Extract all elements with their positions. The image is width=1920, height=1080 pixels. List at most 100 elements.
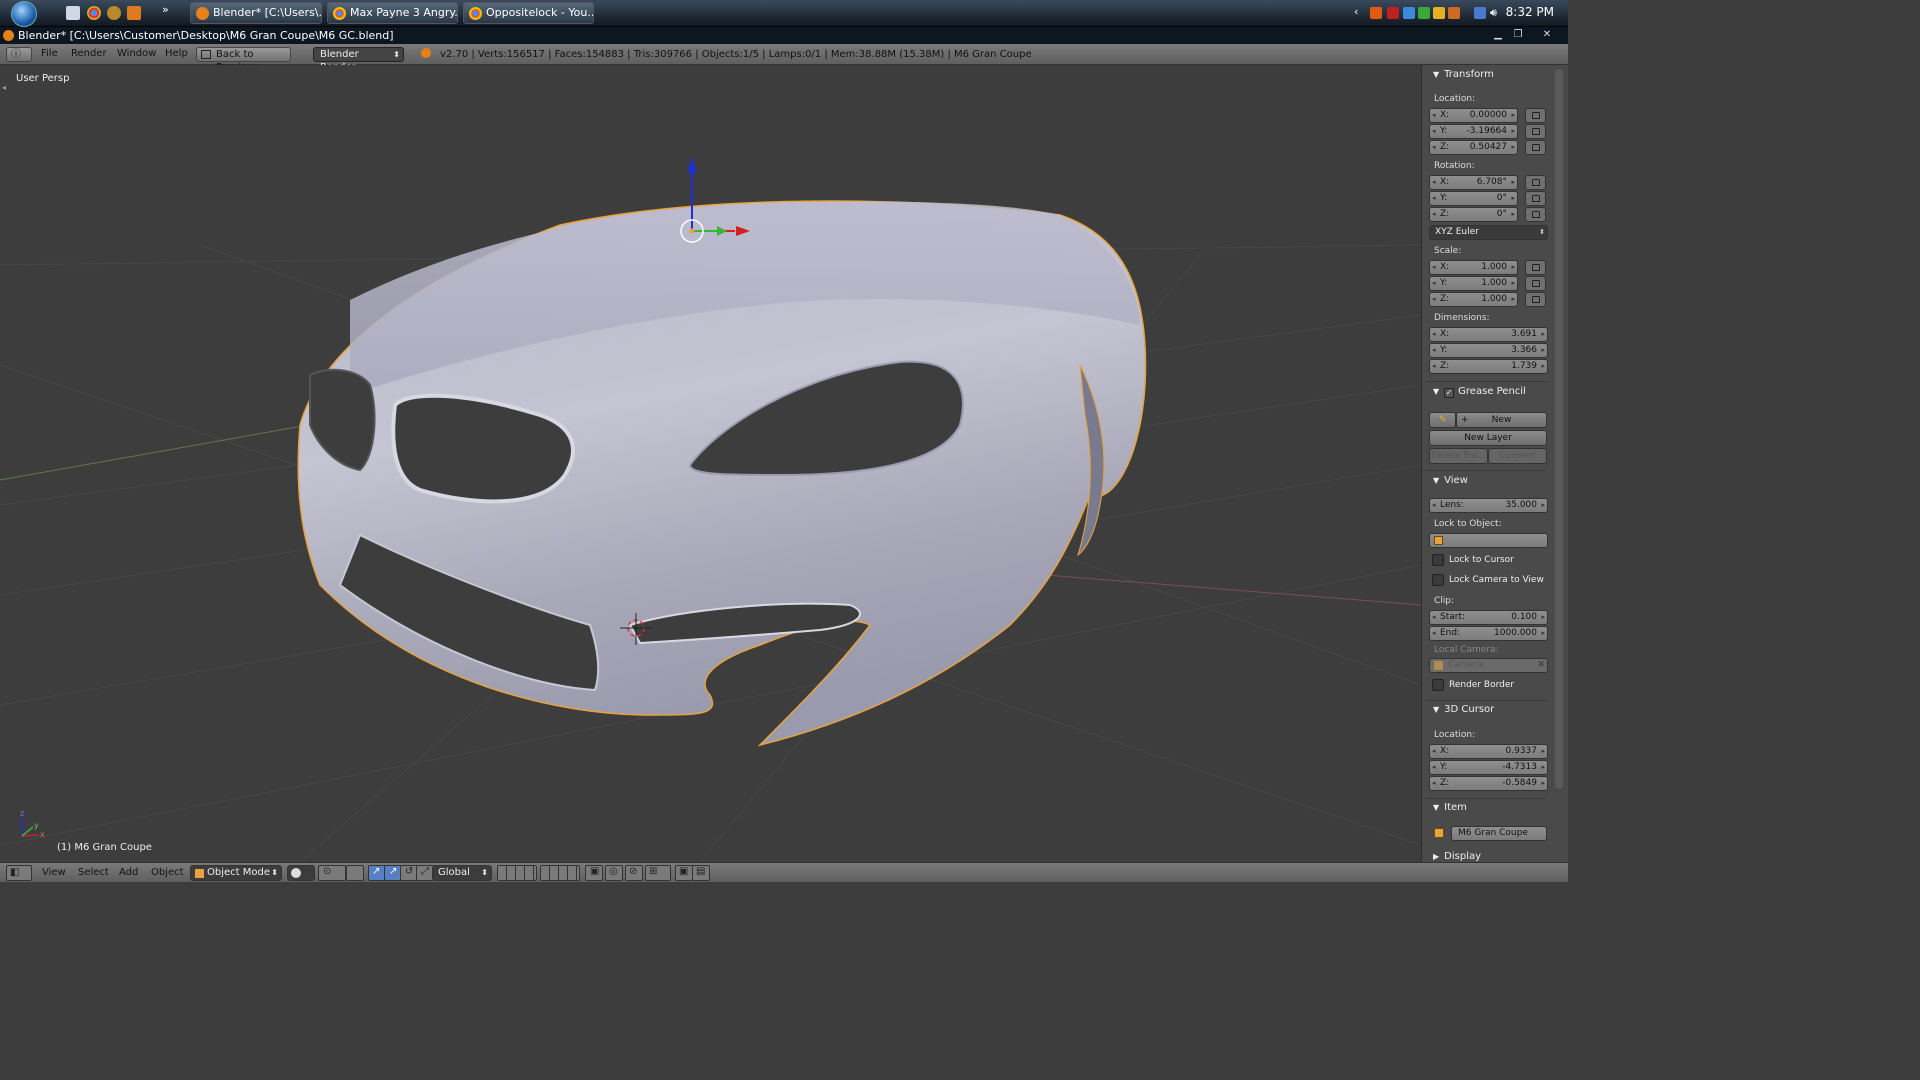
grease-pencil-enable-checkbox[interactable]: ✓ [1444, 388, 1455, 398]
lock-scale-z[interactable] [1525, 292, 1546, 307]
dimension-z-field[interactable]: ◂ Z: 1.739 ▸ [1429, 359, 1548, 374]
clip-end-field[interactable]: ◂ End: 1000.000 ▸ [1429, 626, 1548, 641]
rotation-mode-select[interactable]: XYZ Euler ⬍ [1429, 225, 1548, 240]
lock-to-cursor-checkbox[interactable] [1432, 554, 1444, 566]
lock-rotation-x[interactable] [1525, 175, 1546, 190]
item-header[interactable]: ▼ Item [1433, 802, 1467, 813]
tray-app-icon[interactable] [1433, 7, 1445, 19]
wow-icon[interactable] [107, 6, 121, 20]
lock-scale-x[interactable] [1525, 260, 1546, 275]
lock-to-object-field[interactable] [1429, 533, 1548, 548]
z-arrow-icon[interactable] [687, 157, 697, 173]
menu-object[interactable]: Object [151, 867, 184, 878]
rotation-y-field[interactable]: ◂ Y: 0° ▸ [1429, 191, 1518, 206]
render-engine-select[interactable]: Blender Render ⬍ [313, 47, 404, 73]
render-border-checkbox[interactable] [1432, 679, 1444, 691]
lock-location-z[interactable] [1525, 140, 1546, 155]
minimize-icon[interactable]: ▁ [1489, 28, 1507, 42]
transform-header[interactable]: ▼ Transform [1433, 69, 1494, 80]
tray-app-icon[interactable] [1418, 7, 1430, 19]
lock-location-x[interactable] [1525, 108, 1546, 123]
view-header[interactable]: ▼ View [1433, 475, 1468, 486]
location-z-field[interactable]: ◂ Z: 0.50427 ▸ [1429, 140, 1518, 155]
lock-location-y[interactable] [1525, 124, 1546, 139]
menu-render[interactable]: Render [71, 48, 107, 59]
back-to-previous-button[interactable]: Back to Previous [196, 47, 291, 73]
pivot-point-select[interactable]: ⊙ [318, 865, 346, 881]
rotation-x-field[interactable]: ◂ X: 6.708° ▸ [1429, 175, 1518, 190]
lens-field[interactable]: ◂ Lens: 35.000 ▸ [1429, 498, 1548, 513]
delete-frame-button[interactable]: Delete Fra... [1429, 448, 1488, 464]
car-front-mesh[interactable] [297, 200, 1147, 747]
start-button[interactable] [5, 0, 43, 27]
lock-layers-toggle[interactable]: ▣ [585, 865, 603, 881]
location-x-field[interactable]: ◂ X: 0.00000 ▸ [1429, 108, 1518, 123]
render-animation-button[interactable]: ▤ [692, 865, 710, 881]
lock-camera-to-view-checkbox[interactable] [1432, 574, 1444, 586]
tray-app-icon[interactable] [1370, 7, 1382, 19]
cursor-x-field[interactable]: ◂ X: 0.9337 ▸ [1429, 744, 1548, 759]
lock-rotation-z[interactable] [1525, 207, 1546, 222]
task-maxpayne[interactable]: Max Payne 3 Angry... [327, 2, 458, 24]
snap-element-select[interactable]: ⊞ [645, 865, 671, 881]
clip-start-field[interactable]: ◂ Start: 0.100 ▸ [1429, 610, 1548, 625]
lock-scale-y[interactable] [1525, 276, 1546, 291]
scale-x-field[interactable]: ◂ X: 1.000 ▸ [1429, 260, 1518, 275]
mode-select[interactable]: Object Mode ⬍ [190, 865, 282, 881]
render-opengl-button[interactable]: ▣ [675, 865, 693, 881]
menu-select[interactable]: Select [78, 867, 109, 878]
task-blender[interactable]: Blender* [C:\Users\... [190, 2, 322, 24]
scale-z-field[interactable]: ◂ Z: 1.000 ▸ [1429, 292, 1518, 307]
convert-button[interactable]: Convert [1488, 448, 1547, 464]
dimension-y-field[interactable]: ◂ Y: 3.366 ▸ [1429, 343, 1548, 358]
network-icon[interactable] [1474, 7, 1486, 19]
dimension-x-field[interactable]: ◂ X: 3.691 ▸ [1429, 327, 1548, 342]
tray-app-icon[interactable] [1403, 7, 1415, 19]
restore-icon[interactable]: ❐ [1509, 28, 1527, 42]
show-desktop-icon[interactable] [66, 6, 80, 20]
close-icon[interactable]: ✕ [1538, 28, 1556, 42]
transform-orientation-select[interactable]: Global ⬍ [432, 865, 492, 881]
editor-type-button[interactable]: ⓘ [6, 47, 32, 62]
grease-pencil-header[interactable]: ▼ ✓ Grease Pencil [1433, 386, 1526, 398]
toolshelf-toggle-icon[interactable]: ◂ [2, 83, 6, 92]
cursor-y-field[interactable]: ◂ Y: -4.7313 ▸ [1429, 760, 1548, 775]
viewport-canvas[interactable] [0, 65, 1421, 862]
lock-rotation-y[interactable] [1525, 191, 1546, 206]
grease-pencil-new-button[interactable]: + New [1456, 412, 1547, 428]
chrome-icon[interactable] [87, 6, 101, 20]
rotation-z-field[interactable]: ◂ Z: 0° ▸ [1429, 207, 1518, 222]
layers-row-1[interactable] [497, 865, 537, 881]
scale-y-field[interactable]: ◂ Y: 1.000 ▸ [1429, 276, 1518, 291]
menu-help[interactable]: Help [165, 48, 188, 59]
3d-cursor-header[interactable]: ▼ 3D Cursor [1433, 704, 1494, 715]
menu-view[interactable]: View [42, 867, 66, 878]
tray-app-icon[interactable] [1448, 7, 1460, 19]
snap-toggle[interactable]: ⊘ [625, 865, 643, 881]
grease-pencil-datablock-select[interactable]: ✎ [1429, 412, 1456, 428]
panel-scrollbar[interactable] [1555, 69, 1563, 789]
menu-window[interactable]: Window [117, 48, 156, 59]
acrobat-icon[interactable] [1387, 7, 1399, 19]
editor-type-button[interactable]: ◧ [6, 865, 32, 881]
cursor-z-field[interactable]: ◂ Z: -0.5849 ▸ [1429, 776, 1548, 791]
app-launcher-icon[interactable] [127, 6, 141, 20]
proportional-edit-toggle[interactable]: ◎ [605, 865, 623, 881]
volume-icon[interactable]: 🔊︎ [1490, 7, 1502, 19]
menu-add[interactable]: Add [119, 867, 138, 878]
task-oppositelock[interactable]: Oppositelock - You... [463, 2, 594, 24]
display-header[interactable]: ▶ Display [1433, 851, 1481, 862]
quicklaunch-overflow-icon[interactable]: » [162, 3, 169, 16]
new-layer-button[interactable]: New Layer [1429, 430, 1547, 446]
layers-row-2[interactable] [540, 865, 580, 881]
location-y-field[interactable]: ◂ Y: -3.19664 ▸ [1429, 124, 1518, 139]
tray-expand-icon[interactable]: ‹ [1354, 5, 1358, 18]
clock[interactable]: 8:32 PM [1506, 5, 1554, 19]
menu-file[interactable]: File [41, 48, 58, 59]
manipulator-only-toggle[interactable] [346, 865, 364, 881]
object-name-field[interactable]: M6 Gran Coupe [1451, 826, 1547, 841]
viewport-shading-select[interactable] [287, 865, 315, 881]
3d-viewport[interactable]: User Persp (1) M6 Gran Coupe z y x ◂ [0, 65, 1421, 862]
local-camera-field[interactable]: Camera ✕ [1429, 658, 1548, 673]
scene-stats: v2.70 | Verts:156517 | Faces:154883 | Tr… [440, 49, 1032, 60]
